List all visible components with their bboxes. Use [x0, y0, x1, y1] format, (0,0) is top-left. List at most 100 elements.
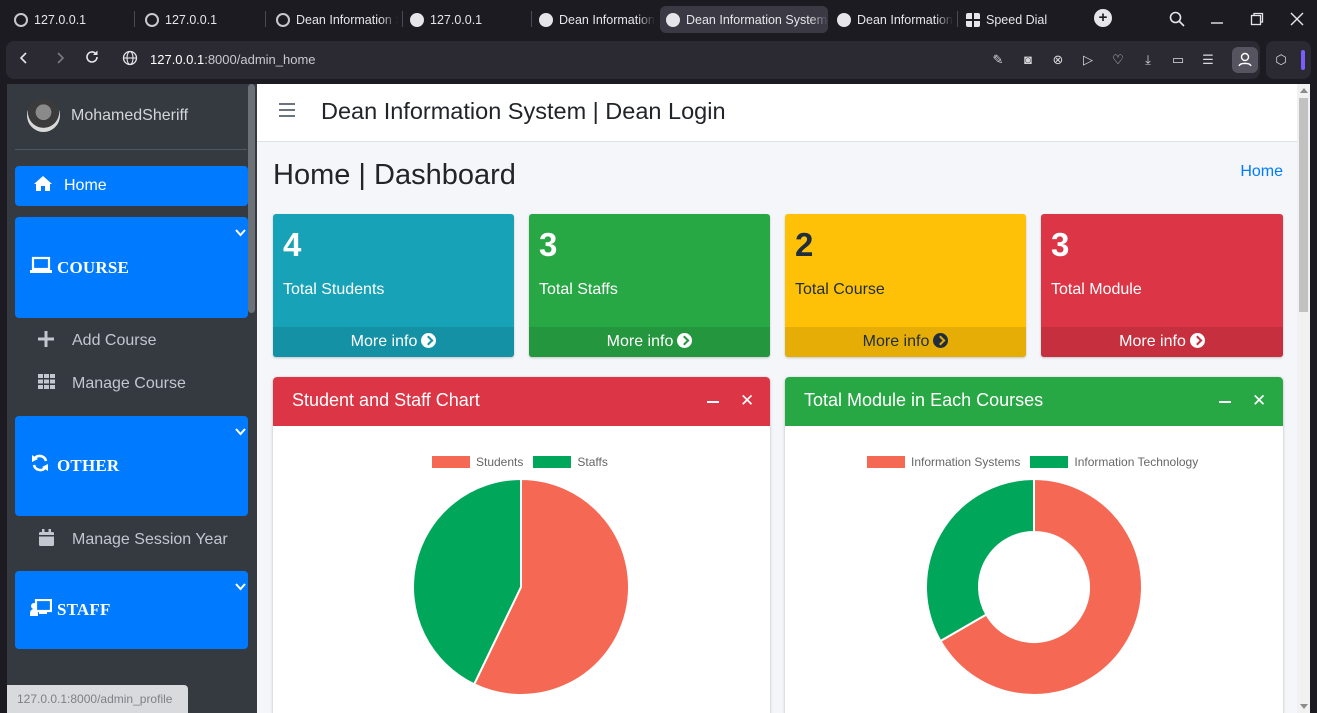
stat-box-course: 2 Total Course More info: [785, 214, 1026, 357]
cube-icon[interactable]: ⬡: [1273, 52, 1289, 68]
minimize-icon: [1211, 22, 1223, 24]
content-wrapper: Dean Information System | Dean Login Hom…: [257, 84, 1297, 713]
download-icon[interactable]: ⤓: [1140, 52, 1156, 68]
pie-slice-information-technology[interactable]: [925, 477, 1035, 643]
page-scrollbar[interactable]: [1297, 84, 1310, 713]
extensions-area: ⬡: [1266, 41, 1311, 79]
loading-icon: [145, 12, 159, 27]
sidebar-item-manage-session-year[interactable]: Manage Session Year: [15, 520, 248, 560]
arrow-circle-right-icon: [421, 333, 437, 348]
chart-card-student-staff: Student and Staff Chart ✕ Students Staff…: [273, 377, 770, 713]
browser-tab-active[interactable]: Dean Information System: [660, 6, 828, 33]
stat-value: 3: [539, 226, 558, 263]
camera-icon[interactable]: ◙: [1020, 52, 1036, 68]
browser-window: 127.0.0.1 127.0.0.1 Dean Information Sys…: [0, 0, 1317, 713]
minimize-button[interactable]: [1203, 6, 1231, 32]
sidebar-group-course[interactable]: COURSE: [15, 217, 248, 318]
shield-icon[interactable]: ⊗: [1050, 52, 1066, 68]
back-arrow-icon: [19, 52, 27, 64]
sync-icon: [30, 453, 54, 479]
search-tabs-button[interactable]: [1163, 6, 1191, 32]
avatar: [27, 99, 60, 132]
close-window-button[interactable]: [1283, 6, 1311, 32]
browser-tab[interactable]: Speed Dial: [960, 6, 1082, 33]
profile-button[interactable]: [1232, 47, 1258, 73]
stat-value: 2: [795, 226, 814, 263]
chevron-down-icon: [235, 580, 246, 594]
stat-label: Total Staffs: [539, 281, 618, 298]
chevron-down-icon: [235, 425, 246, 439]
sidebar-item-manage-course[interactable]: Manage Course: [15, 364, 248, 404]
battery-icon[interactable]: ▭: [1170, 52, 1186, 68]
globe-icon: [410, 12, 424, 27]
play-icon[interactable]: ▷: [1080, 52, 1096, 68]
sidebar-group-label: OTHER: [57, 456, 120, 475]
browser-tab[interactable]: Dean Information System: [533, 6, 655, 33]
browser-tab[interactable]: 127.0.0.1: [404, 6, 528, 33]
browser-tab[interactable]: Dean Information System: [831, 6, 953, 33]
more-info-link[interactable]: More info: [273, 327, 514, 357]
more-info-label: More info: [350, 333, 418, 350]
stat-box-module: 3 Total Module More info: [1041, 214, 1283, 357]
sidebar-group-staff[interactable]: STAFF: [15, 571, 248, 649]
laptop-icon: [30, 256, 54, 280]
settings-sliders-icon[interactable]: ☰: [1200, 52, 1216, 68]
heart-icon[interactable]: ♡: [1110, 52, 1126, 68]
calendar-icon: [35, 529, 57, 551]
app-title: Dean Information System | Dean Login: [321, 98, 726, 124]
reload-button[interactable]: [82, 50, 102, 70]
sidebar-toggle[interactable]: [1301, 50, 1305, 70]
sidebar-item-label: Add Course: [72, 332, 157, 349]
tab-title: 127.0.0.1: [34, 12, 87, 27]
breadcrumb-home[interactable]: Home: [1240, 163, 1283, 181]
more-info-link[interactable]: More info: [1041, 327, 1283, 357]
reload-icon: [86, 50, 98, 63]
main-header: Dean Information System | Dean Login: [257, 84, 1297, 142]
stat-label: Total Students: [283, 281, 385, 298]
browser-tab[interactable]: 127.0.0.1: [139, 6, 261, 33]
sidebar-item-label: Home: [64, 177, 107, 194]
more-info-link[interactable]: More info: [785, 327, 1026, 357]
site-info-button[interactable]: [120, 50, 140, 70]
globe-icon: [122, 50, 138, 66]
forward-arrow-icon: [57, 52, 65, 64]
user-panel[interactable]: MohamedSheriff: [27, 99, 188, 132]
more-info-label: More info: [606, 333, 674, 350]
sidebar-scrollbar[interactable]: [248, 84, 255, 313]
more-info-label: More info: [1119, 333, 1186, 350]
browser-tab[interactable]: Dean Information System: [270, 6, 398, 33]
url-path: :8000/admin_home: [204, 52, 316, 67]
new-tab-button[interactable]: +: [1091, 7, 1115, 31]
home-icon: [33, 175, 55, 197]
grid-icon: [35, 374, 57, 394]
page-title: Home | Dashboard: [273, 159, 516, 191]
tab-strip: 127.0.0.1 127.0.0.1 Dean Information Sys…: [0, 0, 1317, 38]
stat-value: 3: [1051, 226, 1070, 263]
sidebar-group-other[interactable]: OTHER: [15, 416, 248, 516]
sidebar-item-home[interactable]: Home: [15, 166, 248, 206]
status-url: 127.0.0.1:8000/admin_profile: [7, 685, 188, 713]
stat-label: Total Module: [1051, 281, 1142, 298]
forward-button[interactable]: [50, 50, 70, 70]
address-bar: 127.0.0.1:8000/admin_home ✎ ◙ ⊗ ▷ ♡ ⤓ ▭ …: [6, 41, 1260, 79]
more-info-link[interactable]: More info: [529, 327, 770, 357]
globe-icon: [539, 12, 553, 27]
restore-button[interactable]: [1243, 6, 1271, 32]
sidebar-item-add-course[interactable]: Add Course: [15, 321, 248, 361]
sidebar-item-label: Manage Course: [72, 375, 186, 392]
menu-toggle-button[interactable]: [279, 103, 295, 117]
globe-icon: [837, 12, 851, 27]
page-viewport: MohamedSheriff Home COURSE Add Course Ma…: [7, 84, 1310, 713]
arrow-circle-right-icon: [933, 333, 949, 348]
restore-icon: [1250, 12, 1264, 26]
edit-icon[interactable]: ✎: [990, 52, 1006, 68]
url-field[interactable]: 127.0.0.1:8000/admin_home: [150, 52, 316, 67]
divider: [15, 149, 247, 150]
doughnut-chart: [925, 477, 1143, 696]
browser-tab[interactable]: 127.0.0.1: [8, 6, 130, 33]
back-button[interactable]: [14, 50, 34, 70]
search-icon: [1169, 11, 1185, 27]
tab-title: 127.0.0.1: [165, 12, 218, 27]
loading-icon: [14, 12, 28, 27]
loading-icon: [276, 12, 290, 27]
